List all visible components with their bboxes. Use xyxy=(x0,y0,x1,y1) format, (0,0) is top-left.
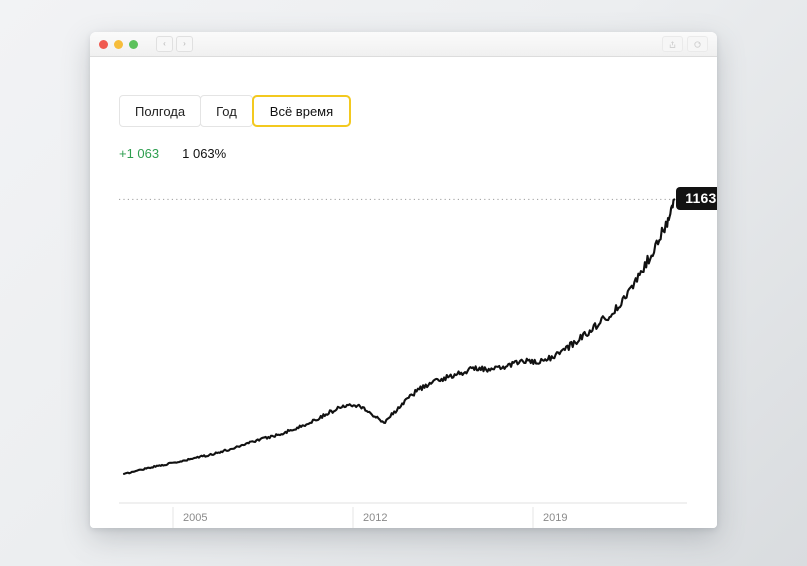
toolbar-buttons xyxy=(662,36,708,52)
window-titlebar: ‹ › xyxy=(90,32,717,57)
forward-button[interactable]: › xyxy=(176,36,193,52)
page-content: Полгода Год Всё время +1 063 1 063% 2005… xyxy=(90,57,717,528)
maximize-window-button[interactable] xyxy=(129,39,138,49)
navigation-buttons: ‹ › xyxy=(156,36,193,52)
tab-year[interactable]: Год xyxy=(200,95,253,127)
share-icon xyxy=(669,40,676,48)
price-series-line xyxy=(122,198,676,475)
x-axis-label-2019: 2019 xyxy=(543,512,568,524)
share-button[interactable] xyxy=(662,36,683,52)
x-axis-label-2012: 2012 xyxy=(363,512,388,524)
chevron-right-icon: › xyxy=(183,39,186,48)
reload-icon xyxy=(694,40,701,48)
minimize-window-button[interactable] xyxy=(114,39,123,49)
tab-half-year[interactable]: Полгода xyxy=(119,95,202,127)
chart-container[interactable]: 2005 2012 2019 1163,13 xyxy=(90,57,717,528)
browser-window: ‹ › Полгода Год Всё время +1 063 1 063% … xyxy=(90,32,717,528)
current-price-badge: 1163,13 xyxy=(676,187,717,211)
reload-button[interactable] xyxy=(687,36,708,52)
period-tab-group: Полгода Год Всё время xyxy=(119,95,352,127)
price-line-chart xyxy=(119,198,687,528)
chevron-left-icon: ‹ xyxy=(163,39,166,48)
back-button[interactable]: ‹ xyxy=(156,36,173,52)
x-axis-label-2005: 2005 xyxy=(183,512,208,524)
tab-all-time[interactable]: Всё время xyxy=(251,95,352,127)
traffic-light-group xyxy=(99,39,138,49)
close-window-button[interactable] xyxy=(99,39,108,49)
